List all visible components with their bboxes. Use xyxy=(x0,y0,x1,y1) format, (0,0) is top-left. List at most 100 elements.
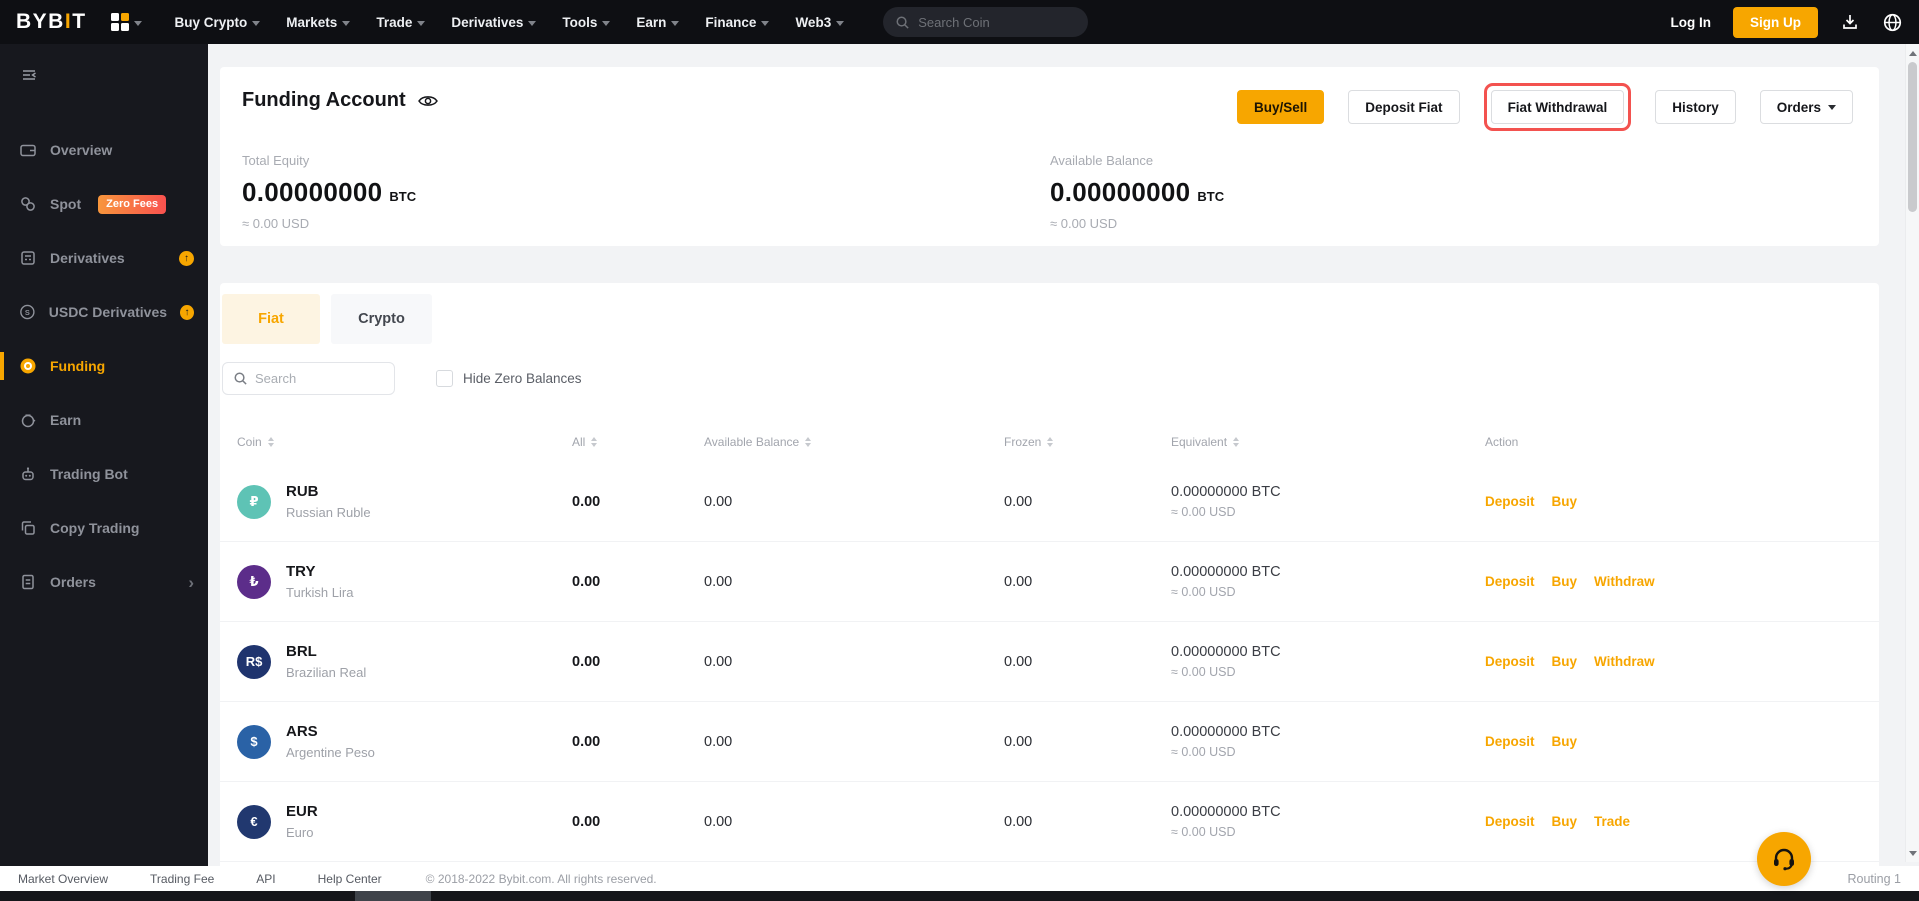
account-action-buttons: Buy/Sell Deposit Fiat Fiat Withdrawal Hi… xyxy=(1237,83,1853,131)
hide-zero-balances-toggle[interactable]: Hide Zero Balances xyxy=(436,370,582,387)
eur-coin-icon: € xyxy=(237,805,271,839)
sidebar-item-funding[interactable]: Funding xyxy=(0,339,208,393)
column-header-available[interactable]: Available Balance xyxy=(704,435,1004,449)
coin-name: Russian Ruble xyxy=(286,505,371,520)
nav-item-buy-crypto[interactable]: Buy Crypto xyxy=(175,15,261,30)
balance-search-box[interactable] xyxy=(222,362,395,395)
column-label: All xyxy=(572,435,585,449)
cell-all: 0.00 xyxy=(572,814,704,830)
deposit-link[interactable]: Deposit xyxy=(1485,734,1535,749)
sidebar-item-earn[interactable]: Earn xyxy=(0,393,208,447)
apps-grid-icon xyxy=(111,13,129,31)
column-label: Available Balance xyxy=(704,435,799,449)
column-header-equivalent[interactable]: Equivalent xyxy=(1171,435,1485,449)
support-chat-button[interactable] xyxy=(1757,832,1811,886)
svg-text:S: S xyxy=(25,308,30,317)
coin-search-input[interactable] xyxy=(918,15,1068,30)
footer-link-market-overview[interactable]: Market Overview xyxy=(18,872,108,886)
buy-link[interactable]: Buy xyxy=(1552,734,1578,749)
buy-link[interactable]: Buy xyxy=(1552,814,1578,829)
language-button[interactable] xyxy=(1882,12,1903,33)
try-coin-icon: ₺ xyxy=(237,565,271,599)
withdraw-link[interactable]: Withdraw xyxy=(1594,654,1655,669)
fiat-withdrawal-highlight-ring: Fiat Withdrawal xyxy=(1484,83,1632,131)
cell-actions: Deposit Buy xyxy=(1485,494,1879,509)
footer-link-api[interactable]: API xyxy=(256,872,275,886)
orders-dropdown-button[interactable]: Orders xyxy=(1760,90,1853,124)
nav-item-trade[interactable]: Trade xyxy=(376,15,425,30)
scrollbar-thumb[interactable] xyxy=(1908,62,1917,212)
column-label: Frozen xyxy=(1004,435,1041,449)
taskbar-strip xyxy=(0,891,1919,901)
history-button[interactable]: History xyxy=(1655,90,1736,124)
sidebar-item-orders[interactable]: Orders › xyxy=(0,555,208,609)
equivalent-btc: 0.00000000 BTC xyxy=(1171,804,1485,820)
nav-label: Trade xyxy=(376,15,412,30)
nav-item-markets[interactable]: Markets xyxy=(286,15,350,30)
sidebar-item-spot[interactable]: Spot Zero Fees xyxy=(0,177,208,231)
nav-item-earn[interactable]: Earn xyxy=(636,15,679,30)
nav-item-tools[interactable]: Tools xyxy=(562,15,610,30)
table-row-brl: R$ BRLBrazilian Real 0.00 0.00 0.00 0.00… xyxy=(220,622,1879,702)
deposit-link[interactable]: Deposit xyxy=(1485,574,1535,589)
column-header-frozen[interactable]: Frozen xyxy=(1004,435,1171,449)
hide-zero-checkbox[interactable] xyxy=(436,370,453,387)
deposit-link[interactable]: Deposit xyxy=(1485,654,1535,669)
buy-link[interactable]: Buy xyxy=(1552,494,1578,509)
nav-label: Finance xyxy=(705,15,756,30)
tab-fiat[interactable]: Fiat xyxy=(222,294,320,344)
sort-icon xyxy=(805,437,811,447)
eye-visibility-icon[interactable] xyxy=(417,90,439,112)
sidebar-collapse-button[interactable] xyxy=(0,44,208,89)
scroll-down-arrow[interactable] xyxy=(1906,846,1919,860)
nav-item-finance[interactable]: Finance xyxy=(705,15,769,30)
apps-menu-button[interactable] xyxy=(111,13,142,31)
coin-cell: ₺ TRYTurkish Lira xyxy=(237,563,572,600)
bybit-logo[interactable]: BYBIT xyxy=(16,10,87,34)
nav-label: Tools xyxy=(562,15,597,30)
fiat-withdrawal-button[interactable]: Fiat Withdrawal xyxy=(1491,90,1625,124)
sidebar-item-copy-trading[interactable]: Copy Trading xyxy=(0,501,208,555)
sidebar-item-usdc-derivatives[interactable]: S USDC Derivatives ↑ xyxy=(0,285,208,339)
column-header-all[interactable]: All xyxy=(572,435,704,449)
zero-fees-badge: Zero Fees xyxy=(98,195,166,214)
scroll-up-arrow[interactable] xyxy=(1906,46,1919,60)
buy-link[interactable]: Buy xyxy=(1552,574,1578,589)
balance-search-input[interactable] xyxy=(255,371,375,386)
headset-icon xyxy=(1769,844,1799,874)
download-app-button[interactable] xyxy=(1840,12,1860,32)
deposit-link[interactable]: Deposit xyxy=(1485,494,1535,509)
coin-search-box[interactable] xyxy=(883,7,1088,37)
buy-sell-button[interactable]: Buy/Sell xyxy=(1237,90,1324,124)
vertical-scrollbar[interactable] xyxy=(1905,44,1919,862)
sidebar-item-overview[interactable]: Overview xyxy=(0,123,208,177)
login-button[interactable]: Log In xyxy=(1671,15,1712,30)
sidebar-item-label: Copy Trading xyxy=(50,520,139,536)
withdraw-link[interactable]: Withdraw xyxy=(1594,574,1655,589)
sort-icon xyxy=(1047,437,1053,447)
cell-actions: Deposit Buy Withdraw xyxy=(1485,654,1879,669)
top-navbar: BYBIT Buy Crypto Markets Trade Derivativ… xyxy=(0,0,1919,44)
total-equity-label: Total Equity xyxy=(242,153,416,168)
table-row-rub: ₽ RUBRussian Ruble 0.00 0.00 0.00 0.0000… xyxy=(220,462,1879,542)
cell-all: 0.00 xyxy=(572,494,704,510)
footer-link-trading-fee[interactable]: Trading Fee xyxy=(150,872,214,886)
footer-link-help-center[interactable]: Help Center xyxy=(318,872,382,886)
chevron-down-icon xyxy=(836,21,844,26)
deposit-fiat-button[interactable]: Deposit Fiat xyxy=(1348,90,1459,124)
trade-link[interactable]: Trade xyxy=(1594,814,1630,829)
column-header-coin[interactable]: Coin xyxy=(237,435,572,449)
tab-crypto[interactable]: Crypto xyxy=(331,294,432,344)
ars-coin-icon: $ xyxy=(237,725,271,759)
sidebar-item-trading-bot[interactable]: Trading Bot xyxy=(0,447,208,501)
column-label: Coin xyxy=(237,435,262,449)
nav-item-derivatives[interactable]: Derivatives xyxy=(451,15,536,30)
buy-link[interactable]: Buy xyxy=(1552,654,1578,669)
sidebar-item-derivatives[interactable]: Derivatives ↑ xyxy=(0,231,208,285)
deposit-link[interactable]: Deposit xyxy=(1485,814,1535,829)
signup-button[interactable]: Sign Up xyxy=(1733,7,1818,38)
nav-item-web3[interactable]: Web3 xyxy=(795,15,844,30)
cell-available: 0.00 xyxy=(704,654,1004,670)
cell-equivalent: 0.00000000 BTC≈ 0.00 USD xyxy=(1171,644,1485,679)
cell-equivalent: 0.00000000 BTC≈ 0.00 USD xyxy=(1171,564,1485,599)
